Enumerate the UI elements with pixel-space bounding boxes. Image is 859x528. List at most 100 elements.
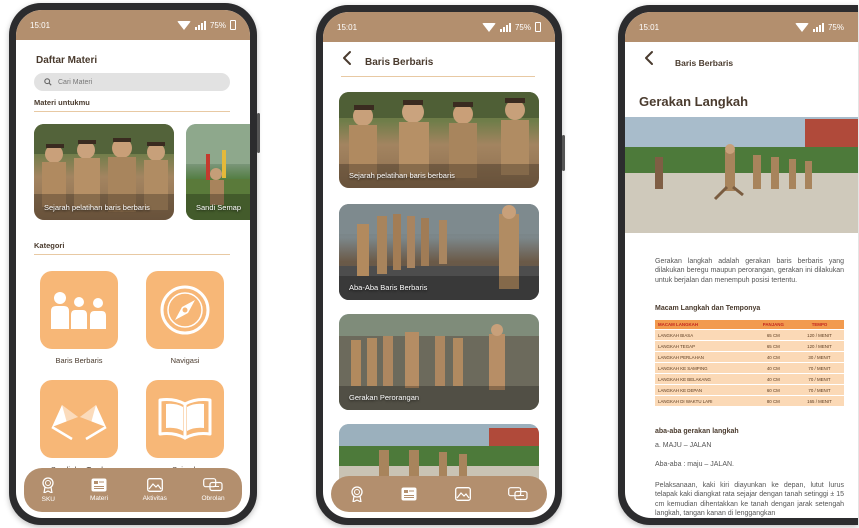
battery-percent: 75%: [827, 22, 844, 32]
table-cell: LANGKAH KE DEPAN: [655, 384, 752, 396]
table-cell: 70 / MENIT: [795, 373, 844, 385]
card-caption: Sejarah pelatihan baris berbaris: [349, 171, 455, 180]
card-sejarah-pelatihan[interactable]: Sejarah pelatihan baris berbaris: [339, 92, 539, 188]
card-caption: Aba-Aba Baris Berbaris: [349, 283, 428, 292]
tab-label: Aktivitas: [142, 495, 167, 502]
compass-icon: [160, 285, 210, 335]
table-cell: 40 CM: [751, 351, 796, 363]
table-row: LANGKAH TEGAP 65 CM 120 / MENIT: [655, 340, 844, 352]
battery-percent: 75%: [209, 20, 226, 30]
aba-line: Aba-aba : maju – JALAN.: [655, 461, 734, 468]
aba-title: aba-aba gerakan langkah: [655, 428, 739, 435]
table-row: LANGKAH DI WAKTU LARI 80 CM 165 / MENIT: [655, 395, 844, 406]
category-sejarah[interactable]: [146, 380, 224, 458]
battery-percent: 75%: [514, 22, 531, 32]
table-cell: LANGKAH KE SAMPING: [655, 362, 752, 374]
page-title: Daftar Materi: [36, 55, 98, 66]
people-icon: [51, 292, 106, 329]
search-placeholder: Cari Materi: [58, 78, 93, 86]
card-caption: Sejarah pelatihan baris berbaris: [44, 203, 150, 212]
card-caption: Gerakan Perorangan: [349, 393, 420, 402]
table-row: LANGKAH PERLAHAN 40 CM 30 / MENIT: [655, 351, 844, 363]
tab-aktivitas[interactable]: Aktivitas: [143, 478, 167, 502]
tab-label: Obrolan: [201, 495, 225, 502]
signal-icon: [812, 22, 824, 32]
tab-obrolan[interactable]: [508, 487, 528, 501]
showcase-stage: 15:01 75% Daftar Materi Cari Materi Mate…: [0, 0, 859, 528]
phone-daftar-materi: 15:01 75% Daftar Materi Cari Materi Mate…: [9, 3, 260, 525]
aba-item: a. MAJU – JALAN: [655, 442, 712, 449]
card-aba-aba[interactable]: Aba-Aba Baris Berbaris: [339, 204, 539, 300]
table-cell: 40 CM: [751, 362, 796, 374]
table-cell: LANGKAH DI WAKTU LARI: [655, 395, 752, 406]
chevron-left-icon: [645, 51, 653, 65]
chat-icon: [508, 487, 528, 501]
divider: [34, 111, 230, 112]
table-row: LANGKAH BIASA 65 CM 120 / MENIT: [655, 329, 844, 341]
divider: [34, 254, 230, 255]
card-sandi-semaphore[interactable]: Sandi Semap: [186, 124, 250, 220]
search-input[interactable]: Cari Materi: [34, 73, 230, 91]
article-intro: Gerakan langkah adalah gerakan baris ber…: [655, 258, 844, 284]
chat-icon: [203, 478, 223, 492]
status-bar: 15:01 75%: [16, 10, 250, 40]
document-icon: [91, 478, 107, 492]
search-icon: [44, 78, 52, 86]
page-title: Baris Berbaris: [675, 58, 734, 68]
book-icon: [158, 398, 212, 440]
tab-aktivitas[interactable]: [454, 487, 471, 501]
table-cell: 60 CM: [751, 384, 796, 396]
article-heading: Gerakan Langkah: [639, 94, 749, 109]
tab-sku[interactable]: SKU: [41, 477, 55, 503]
tab-sku[interactable]: [350, 486, 364, 502]
signal-icon: [499, 22, 511, 32]
tab-label: Materi: [89, 495, 109, 502]
phone-gerakan-langkah: 15:01 75% Baris Berbaris Gerakan Langkah: [618, 5, 858, 525]
card-sejarah[interactable]: Sejarah pelatihan baris berbaris: [34, 124, 174, 220]
category-label: Baris Berbaris: [55, 356, 103, 365]
table-cell: 30 / MENIT: [795, 351, 844, 363]
wifi-icon: [794, 22, 809, 32]
document-icon: [401, 487, 417, 501]
category-navigasi[interactable]: [146, 271, 224, 349]
divider: [341, 76, 535, 77]
table-cell: 70 / MENIT: [795, 384, 844, 396]
battery-icon: [535, 22, 541, 32]
page-title: Baris Berbaris: [365, 57, 434, 68]
bottom-tab-bar: SKU Materi Aktivitas Obrolan: [24, 468, 242, 512]
back-button[interactable]: [643, 50, 657, 66]
screen-gerakan-langkah: 15:01 75% Baris Berbaris Gerakan Langkah: [625, 12, 858, 518]
aba-execution: Pelaksanaan, kaki kiri diayunkan ke depa…: [655, 482, 844, 518]
screen-baris-berbaris: 15:01 75% Baris Berbaris Sejarah pelatih…: [323, 12, 555, 518]
table-title: Macam Langkah dan Temponya: [655, 305, 761, 312]
article-image: [625, 117, 858, 233]
steps-table: MACAM LANGKAH PANJANG TEMPO LANGKAH BIAS…: [655, 320, 844, 406]
table-header: MACAM LANGKAH: [655, 320, 752, 330]
table-cell: LANGKAH TEGAP: [655, 340, 752, 352]
tab-obrolan[interactable]: Obrolan: [202, 478, 225, 502]
image-icon: [454, 487, 471, 501]
tab-materi[interactable]: [401, 487, 417, 501]
card-gerakan-perorangan[interactable]: Gerakan Perorangan: [339, 314, 539, 410]
back-button[interactable]: [341, 50, 355, 66]
table-cell: LANGKAH PERLAHAN: [655, 351, 752, 363]
tab-materi[interactable]: Materi: [90, 478, 108, 502]
category-sandi-dan-tanda[interactable]: [40, 380, 118, 458]
signal-icon: [194, 20, 206, 30]
table-header: TEMPO: [795, 320, 844, 330]
category-baris-berbaris[interactable]: [40, 271, 118, 349]
table-cell: 65 CM: [751, 329, 796, 341]
section-category: Kategori: [34, 241, 65, 250]
table-header-row: MACAM LANGKAH PANJANG TEMPO: [655, 320, 844, 330]
status-bar: 15:01 75%: [323, 12, 555, 42]
image-icon: [146, 478, 163, 492]
table-cell: LANGKAH BIASA: [655, 329, 752, 341]
status-time: 15:01: [30, 20, 51, 30]
table-row: LANGKAH KE BELAKANG 40 CM 70 / MENIT: [655, 373, 844, 385]
section-for-you: Materi untukmu: [34, 98, 90, 107]
chevron-left-icon: [343, 51, 351, 65]
table-row: LANGKAH KE DEPAN 60 CM 70 / MENIT: [655, 384, 844, 396]
category-label: Navigasi: [170, 356, 200, 365]
table-cell: 40 CM: [751, 373, 796, 385]
table-row: LANGKAH KE SAMPING 40 CM 70 / MENIT: [655, 362, 844, 374]
